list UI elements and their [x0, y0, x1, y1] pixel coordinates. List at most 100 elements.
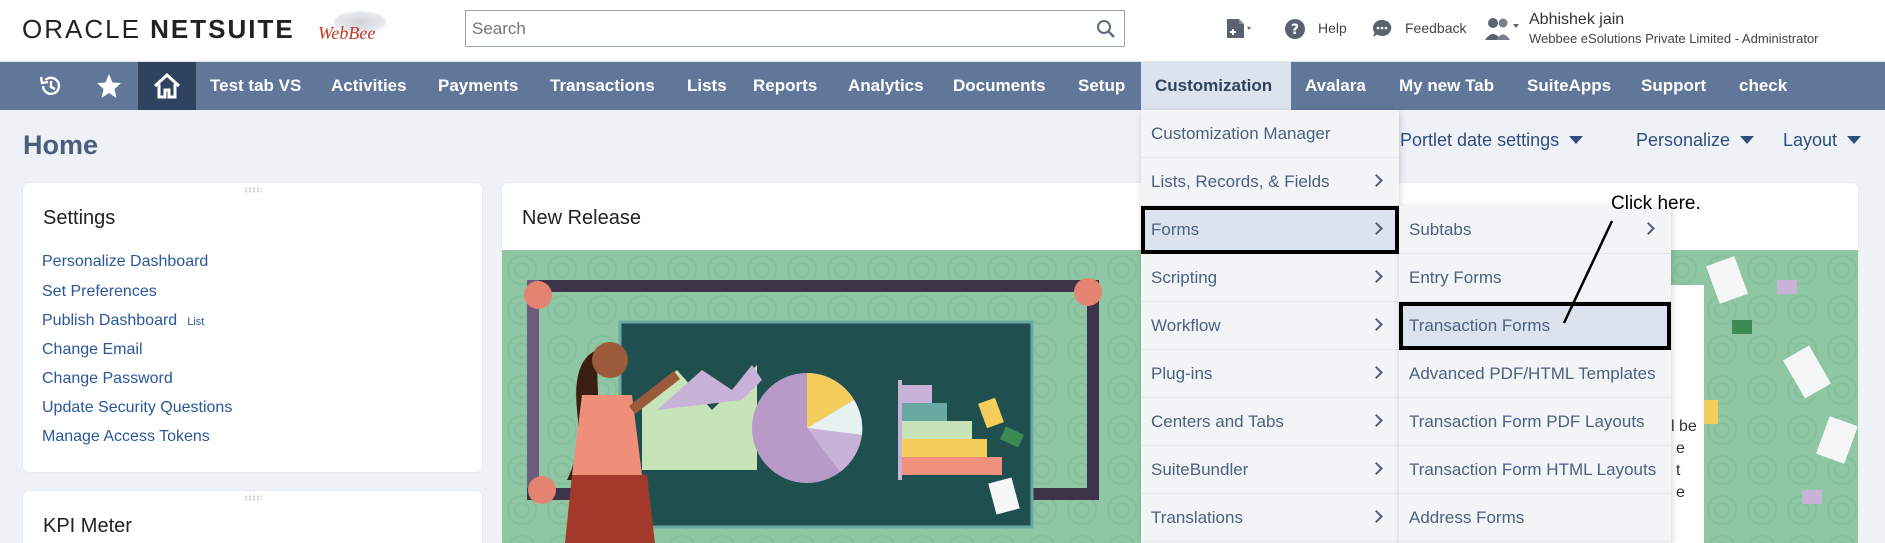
drag-handle-icon[interactable] [243, 495, 262, 501]
publish-dashboard-list-link[interactable]: List [187, 316, 204, 328]
portlet-settings-label: g: Portlet date settings [1380, 130, 1560, 150]
personalize-label: Personalize [1636, 130, 1731, 150]
star-icon [97, 74, 121, 98]
chevron-right-icon [1370, 318, 1383, 331]
nav-documents[interactable]: Documents [939, 62, 1060, 110]
menu-item-label: Plug-ins [1151, 364, 1213, 383]
annotation-arrow-icon [1562, 220, 1614, 324]
nav-payments[interactable]: Payments [424, 62, 532, 110]
menu-item-scripting[interactable]: Scripting [1141, 254, 1399, 302]
change-email-link[interactable]: Change Email [42, 341, 143, 359]
menu-item-label: Forms [1151, 220, 1200, 239]
home-icon [153, 72, 181, 99]
manage-access-tokens-link[interactable]: Manage Access Tokens [42, 428, 210, 446]
help-icon[interactable]: ? [1284, 18, 1306, 40]
release-text-snippet-3: t [1676, 462, 1681, 479]
recent-records-nav[interactable] [23, 62, 79, 110]
menu-item-label: Scripting [1151, 268, 1218, 287]
home-nav[interactable] [138, 62, 196, 110]
user-roles-icon[interactable] [1484, 16, 1520, 42]
menu-item-label: Subtabs [1409, 220, 1472, 239]
set-preferences-link[interactable]: Set Preferences [42, 283, 157, 301]
nav-reports[interactable]: Reports [739, 62, 831, 110]
personalize-dashboard-link[interactable]: Personalize Dashboard [42, 253, 208, 271]
menu-item-label: Transaction Form PDF Layouts [1409, 412, 1645, 431]
chevron-right-icon [1370, 222, 1383, 235]
chevron-down-icon [1847, 136, 1862, 144]
nav-analytics[interactable]: Analytics [834, 62, 938, 110]
submenu-item-advanced-pdf-html-templates[interactable]: Advanced PDF/HTML Templates [1399, 350, 1671, 398]
annotation-callout: Click here. [1611, 193, 1701, 214]
help-link[interactable]: Help [1318, 20, 1347, 36]
nav-test-tab-vs[interactable]: Test tab VS [196, 62, 315, 110]
menu-item-customization-manager[interactable]: Customization Manager [1141, 110, 1399, 158]
feedback-link[interactable]: Feedback [1405, 20, 1466, 36]
chevron-right-icon [1370, 366, 1383, 379]
settings-portlet-title: Settings [43, 207, 116, 229]
chevron-right-icon [1370, 510, 1383, 523]
menu-item-workflow[interactable]: Workflow [1141, 302, 1399, 350]
user-role[interactable]: Webbee eSolutions Private Limited - Admi… [1529, 31, 1819, 46]
layout-dropdown[interactable]: Layout [1783, 130, 1862, 151]
personalize-dropdown[interactable]: Personalize [1636, 130, 1755, 151]
chevron-down-icon [1569, 136, 1584, 144]
submenu-item-transaction-form-pdf-layouts[interactable]: Transaction Form PDF Layouts [1399, 398, 1671, 446]
menu-item-label: Customization Manager [1151, 124, 1331, 143]
nav-transactions[interactable]: Transactions [536, 62, 669, 110]
forms-submenu: Subtabs Entry Forms Transaction Forms Ad… [1399, 206, 1671, 543]
search-icon[interactable] [1096, 19, 1116, 39]
portlet-settings-dropdown[interactable]: g: Portlet date settings [1380, 130, 1584, 151]
create-new-icon[interactable] [1224, 16, 1254, 44]
menu-item-forms[interactable]: Forms [1141, 206, 1399, 254]
search-input[interactable] [466, 11, 1076, 46]
nav-customization[interactable]: Customization [1141, 62, 1291, 110]
nav-setup[interactable]: Setup [1064, 62, 1139, 110]
update-security-questions-link[interactable]: Update Security Questions [42, 399, 232, 417]
menu-item-label: SuiteBundler [1151, 460, 1249, 479]
submenu-item-address-forms[interactable]: Address Forms [1399, 494, 1671, 542]
menu-item-label: Address Forms [1409, 508, 1525, 527]
company-logo-text: WebBee [318, 23, 376, 43]
chevron-down-icon [1740, 136, 1755, 144]
publish-dashboard-link[interactable]: Publish Dashboard List [42, 312, 204, 330]
chevron-right-icon [1642, 222, 1655, 235]
change-password-link[interactable]: Change Password [42, 370, 173, 388]
release-text-snippet-1: l be [1671, 418, 1697, 435]
nav-check[interactable]: check [1725, 62, 1801, 110]
nav-activities[interactable]: Activities [317, 62, 421, 110]
chevron-right-icon [1370, 270, 1383, 283]
customization-menu: Customization Manager Lists, Records, & … [1141, 110, 1399, 543]
submenu-item-entry-forms[interactable]: Entry Forms [1399, 254, 1671, 302]
nav-suiteapps[interactable]: SuiteApps [1513, 62, 1625, 110]
menu-item-label: Advanced PDF/HTML Templates [1409, 364, 1656, 383]
nav-lists[interactable]: Lists [673, 62, 741, 110]
feedback-icon[interactable] [1371, 18, 1393, 40]
user-name[interactable]: Abhishek jain [1529, 11, 1624, 29]
nav-avalara[interactable]: Avalara [1291, 62, 1380, 110]
menu-item-translations[interactable]: Translations [1141, 494, 1399, 542]
menu-item-label: Lists, Records, & Fields [1151, 172, 1330, 191]
oracle-netsuite-logo[interactable]: ORACLE NETSUITE [22, 14, 295, 45]
top-header: ORACLE NETSUITE WebBee ? Help Feedback A… [0, 0, 1885, 62]
menu-item-lists-records-fields[interactable]: Lists, Records, & Fields [1141, 158, 1399, 206]
menu-item-suitebundler[interactable]: SuiteBundler [1141, 446, 1399, 494]
publish-dashboard-label[interactable]: Publish Dashboard [42, 312, 177, 329]
nav-support[interactable]: Support [1627, 62, 1720, 110]
release-text-snippet-2: e [1676, 440, 1685, 457]
kpi-meter-title: KPI Meter [43, 515, 132, 537]
global-search[interactable] [465, 10, 1125, 47]
submenu-item-transaction-form-html-layouts[interactable]: Transaction Form HTML Layouts [1399, 446, 1671, 494]
release-text-snippet-4: e [1676, 484, 1685, 501]
drag-handle-icon[interactable] [243, 187, 262, 193]
nav-my-new-tab[interactable]: My new Tab [1385, 62, 1508, 110]
kpi-meter-portlet: KPI Meter [23, 491, 482, 543]
menu-item-label: Transaction Form HTML Layouts [1409, 460, 1657, 479]
company-logo: WebBee [314, 9, 390, 49]
logo-oracle-text: ORACLE [22, 14, 141, 44]
menu-item-label: Workflow [1151, 316, 1221, 335]
shortcuts-nav[interactable] [81, 62, 137, 110]
submenu-item-transaction-forms[interactable]: Transaction Forms [1399, 302, 1671, 350]
menu-item-plug-ins[interactable]: Plug-ins [1141, 350, 1399, 398]
chevron-right-icon [1370, 462, 1383, 475]
menu-item-centers-and-tabs[interactable]: Centers and Tabs [1141, 398, 1399, 446]
